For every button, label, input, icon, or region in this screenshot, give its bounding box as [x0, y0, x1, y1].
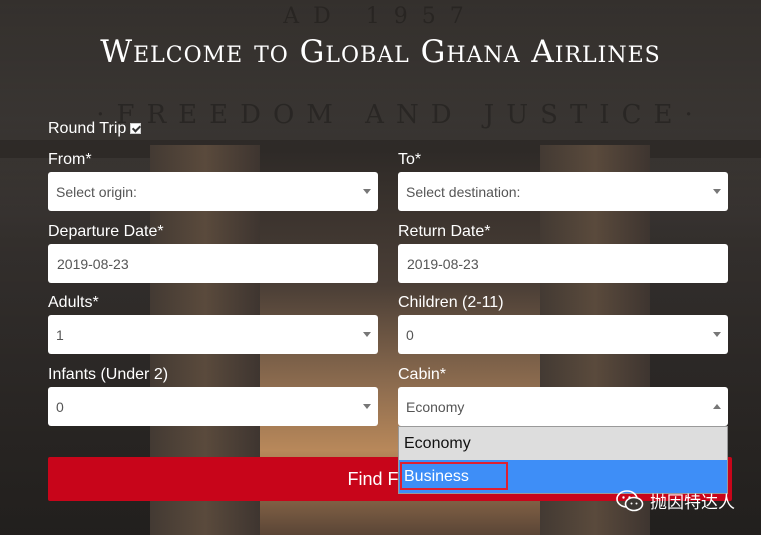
round-trip-checkbox[interactable]	[130, 123, 142, 134]
round-trip-row: Round Trip	[48, 120, 142, 138]
caret-up-icon	[713, 403, 721, 409]
cabin-label: Cabin*	[398, 366, 447, 383]
infants-label: Infants (Under 2)	[48, 366, 169, 383]
cabin-select[interactable]: Economy	[398, 387, 728, 426]
adults-select[interactable]: 1	[48, 315, 378, 354]
wechat-icon	[616, 489, 644, 511]
cabin-option-economy[interactable]: Economy	[399, 427, 727, 460]
departure-date-label: Departure Date*	[48, 223, 164, 240]
to-label: To*	[398, 151, 422, 168]
find-flights-label: Find Fl	[347, 468, 403, 489]
adults-label: Adults*	[48, 294, 99, 311]
caret-down-icon	[713, 331, 721, 337]
round-trip-label: Round Trip	[48, 120, 127, 137]
page-title: Welcome to Global Ghana Airlines	[100, 34, 661, 70]
caret-down-icon	[363, 331, 371, 337]
return-date-input[interactable]: 2019-08-23	[398, 244, 728, 283]
adults-select-value: 1	[56, 326, 64, 343]
departure-date-input[interactable]: 2019-08-23	[48, 244, 378, 283]
return-date-value: 2019-08-23	[407, 255, 479, 272]
destination-select[interactable]: Select destination:	[398, 172, 728, 211]
annotation-highlight-box	[400, 462, 508, 490]
origin-select-value: Select origin:	[56, 183, 137, 200]
caret-down-icon	[363, 403, 371, 409]
cabin-select-value: Economy	[406, 398, 465, 415]
children-select-value: 0	[406, 326, 414, 343]
from-label: From*	[48, 151, 92, 168]
infants-select-value: 0	[56, 398, 64, 415]
origin-select[interactable]: Select origin:	[48, 172, 378, 211]
departure-date-value: 2019-08-23	[57, 255, 129, 272]
destination-select-value: Select destination:	[406, 183, 521, 200]
return-date-label: Return Date*	[398, 223, 491, 240]
watermark-text: 抛因特达人	[650, 493, 735, 513]
caret-down-icon	[713, 188, 721, 194]
infants-select[interactable]: 0	[48, 387, 378, 426]
inscription-year: AD 1957	[283, 4, 478, 29]
caret-down-icon	[363, 188, 371, 194]
cabin-dropdown-list: Economy Business	[398, 426, 728, 494]
watermark: 抛因特达人	[616, 488, 735, 513]
children-select[interactable]: 0	[398, 315, 728, 354]
children-label: Children (2-11)	[398, 294, 504, 311]
